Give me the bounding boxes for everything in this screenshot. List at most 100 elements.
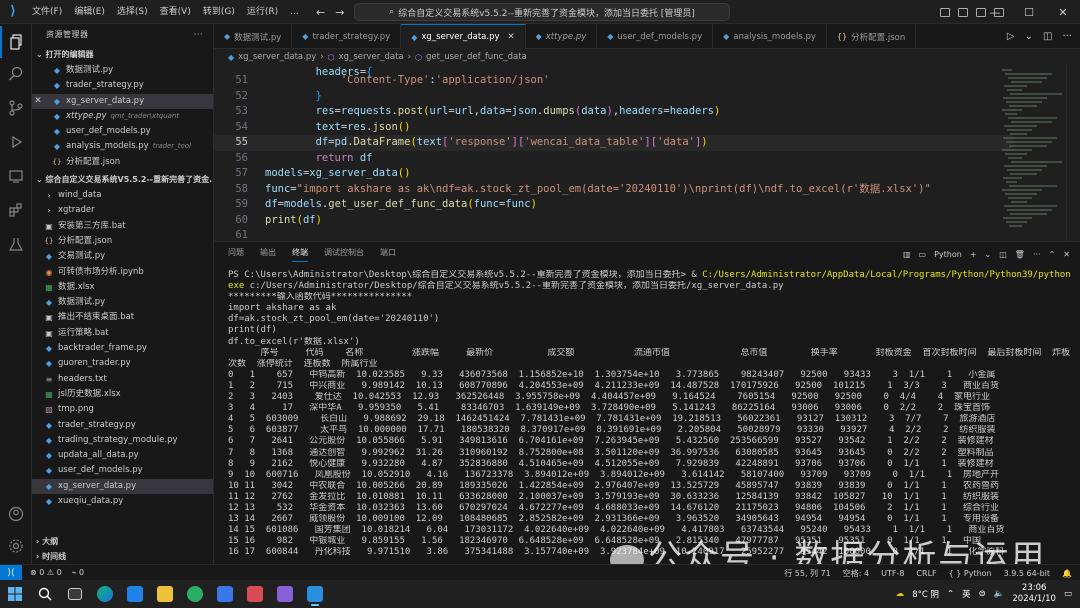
- network-icon[interactable]: ⊜: [979, 589, 986, 599]
- workspace-header[interactable]: ⌄ 综合自定义交易系统V5.5.2--重新完善了资金...: [32, 171, 213, 188]
- open-editor-item[interactable]: ◆ xttype.py qmt_trader\xtquant: [32, 109, 213, 124]
- account-icon[interactable]: [0, 498, 32, 530]
- close-panel-icon[interactable]: ✕: [1063, 250, 1070, 259]
- editor-tab[interactable]: ◆ xttype.py: [526, 24, 598, 49]
- file-item[interactable]: ▣ 运行策略.bat: [32, 326, 213, 341]
- open-editor-item[interactable]: {} 分析配置.json: [32, 155, 213, 170]
- run-debug-icon[interactable]: [0, 126, 32, 158]
- file-item[interactable]: ◆ trading_strategy_module.py: [32, 433, 213, 448]
- panel-tab[interactable]: 问题: [228, 247, 244, 262]
- edge-browser-icon[interactable]: [90, 580, 120, 608]
- open-editors-header[interactable]: ⌄ 打开的编辑器: [32, 46, 213, 63]
- open-editor-item[interactable]: ◆ trader_strategy.py: [32, 78, 213, 93]
- weather-text[interactable]: 8°C 阴: [912, 588, 939, 600]
- close-window-button[interactable]: ✕: [1046, 0, 1080, 24]
- open-editor-item[interactable]: ◆ user_def_models.py: [32, 124, 213, 139]
- close-icon[interactable]: ✕: [32, 94, 44, 109]
- add-terminal-icon[interactable]: +: [970, 250, 977, 259]
- file-item[interactable]: ◆ 数据测试.py: [32, 295, 213, 310]
- taskbar-search-icon[interactable]: [30, 580, 60, 608]
- command-center[interactable]: ⌕ 综合自定义交易系统v5.5.2--重新完善了资金模块，添加当日委托 [管理员…: [354, 3, 730, 21]
- terminal-output[interactable]: PS C:\Users\Administrator\Desktop\综合自定义交…: [228, 270, 1072, 562]
- editor-tab[interactable]: {} 分析配置.json: [827, 24, 917, 49]
- terminal-shell-label[interactable]: Python: [934, 250, 962, 259]
- toggle-panel-icon[interactable]: [958, 7, 968, 17]
- line-ending[interactable]: CRLF: [916, 569, 936, 578]
- source-control-icon[interactable]: [0, 92, 32, 124]
- vscode-taskbar-icon[interactable]: [300, 580, 330, 608]
- minimize-button[interactable]: —: [978, 0, 1012, 24]
- input-language[interactable]: 英: [962, 588, 971, 600]
- file-item[interactable]: ▦ 数据.xlsx: [32, 280, 213, 295]
- open-editor-item[interactable]: ◆ 数据测试.py: [32, 63, 213, 78]
- file-item[interactable]: ▦ jsl历史数据.xlsx: [32, 387, 213, 402]
- open-editor-item[interactable]: ✕ ◆ xg_server_data.py: [32, 93, 213, 109]
- folder-item[interactable]: › xgtrader: [32, 203, 213, 218]
- panel-tab[interactable]: 终端: [292, 247, 308, 262]
- menu-item[interactable]: 转到(G): [197, 0, 241, 24]
- open-editor-item[interactable]: ◆ analysis_models.py trader_tool: [32, 139, 213, 154]
- more-actions-icon[interactable]: ···: [1062, 31, 1072, 42]
- toggle-sidebar-icon[interactable]: [940, 7, 950, 17]
- menu-item[interactable]: 文件(F): [26, 0, 68, 24]
- notification-center-icon[interactable]: ▭: [1064, 589, 1072, 599]
- maximize-button[interactable]: ☐: [1012, 0, 1046, 24]
- file-item[interactable]: ▣ 安装第三方库.bat: [32, 219, 213, 234]
- task-view-icon[interactable]: [60, 580, 90, 608]
- outline-section[interactable]: › 大纲: [32, 534, 213, 549]
- folder-item[interactable]: › wind_data: [32, 188, 213, 203]
- maximize-panel-icon[interactable]: ⌃: [1049, 250, 1056, 259]
- file-item[interactable]: ◉ 可转债市场分析.ipynb: [32, 265, 213, 280]
- ports-count[interactable]: ⌁ 0: [72, 568, 84, 577]
- breadcrumb-class[interactable]: xg_server_data: [339, 52, 404, 62]
- notifications-bell-icon[interactable]: 🔔: [1062, 569, 1072, 578]
- volume-icon[interactable]: 🔈: [994, 589, 1005, 599]
- tray-overflow-icon[interactable]: ⌃: [947, 589, 954, 599]
- file-item[interactable]: ≡ headers.txt: [32, 372, 213, 387]
- more-actions-icon[interactable]: ···: [1033, 250, 1041, 259]
- editor-tab[interactable]: ◆ analysis_models.py: [713, 24, 827, 49]
- app-icon[interactable]: [210, 580, 240, 608]
- run-dropdown-icon[interactable]: ⌄: [1025, 31, 1033, 42]
- remote-indicator[interactable]: ⟩⟨: [0, 564, 22, 581]
- chevron-down-icon[interactable]: ⌄: [985, 250, 992, 259]
- file-item[interactable]: ◆ xueqiu_data.py: [32, 494, 213, 509]
- kill-terminal-icon[interactable]: 🗑: [1015, 250, 1025, 259]
- terminal-layout-icon[interactable]: ▥: [903, 250, 911, 259]
- file-explorer-icon[interactable]: [150, 580, 180, 608]
- file-item[interactable]: ▣ 推出不结束桌面.bat: [32, 310, 213, 325]
- split-terminal-icon[interactable]: ◫: [999, 250, 1007, 259]
- menu-item[interactable]: 查看(V): [154, 0, 197, 24]
- panel-tab[interactable]: 输出: [260, 247, 276, 262]
- close-tab-icon[interactable]: ✕: [508, 32, 515, 42]
- breadcrumb-file[interactable]: xg_server_data.py: [238, 52, 316, 62]
- settings-gear-icon[interactable]: [0, 530, 32, 562]
- editor-tab[interactable]: ◆ xg_server_data.py ✕: [401, 24, 526, 49]
- menu-item[interactable]: 编辑(E): [68, 0, 111, 24]
- breadcrumb-method[interactable]: get_user_def_func_data: [426, 52, 527, 62]
- editor-tab[interactable]: ◆ user_def_models.py: [597, 24, 714, 49]
- explorer-icon[interactable]: [0, 26, 32, 58]
- menu-item[interactable]: 运行(R): [241, 0, 284, 24]
- extensions-icon[interactable]: [0, 194, 32, 226]
- timeline-section[interactable]: › 时间线: [32, 549, 213, 564]
- editor-tab[interactable]: ◆ 数据测试.py: [214, 24, 293, 49]
- code-editor[interactable]: headers={ 51 'Content-Type':'application…: [214, 65, 1080, 241]
- wechat-icon[interactable]: [180, 580, 210, 608]
- back-arrow-icon[interactable]: ←: [316, 6, 325, 19]
- search-icon[interactable]: [0, 58, 32, 90]
- photos-icon[interactable]: [240, 580, 270, 608]
- file-item[interactable]: ▨ tmp.png: [32, 402, 213, 417]
- forward-arrow-icon[interactable]: →: [335, 6, 344, 19]
- file-item[interactable]: ◆ 交易测试.py: [32, 249, 213, 264]
- panel-tab[interactable]: 端口: [380, 247, 396, 262]
- split-editor-icon[interactable]: ◫: [1043, 31, 1052, 42]
- panel-tab[interactable]: 调试控制台: [324, 247, 364, 262]
- minimap[interactable]: [1002, 65, 1064, 241]
- file-item[interactable]: ◆ xg_server_data.py: [32, 478, 213, 495]
- cursor-position[interactable]: 行 55, 列 71: [784, 568, 831, 579]
- more-actions-icon[interactable]: ···: [194, 24, 203, 46]
- file-item[interactable]: ◆ updata_all_data.py: [32, 448, 213, 463]
- menu-item[interactable]: 选择(S): [111, 0, 154, 24]
- file-item[interactable]: {} 分析配置.json: [32, 234, 213, 249]
